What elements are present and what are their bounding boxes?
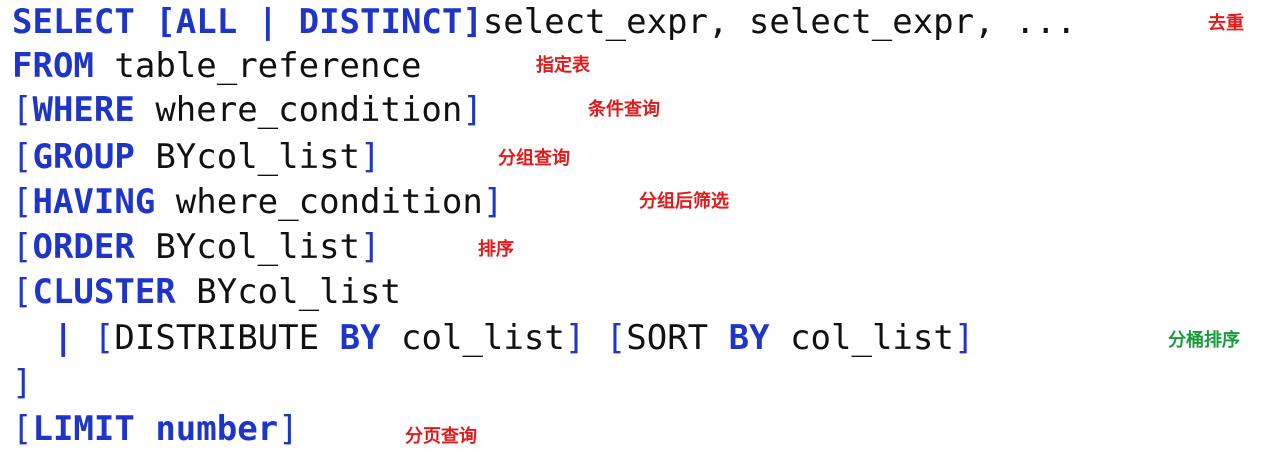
distribute-open-bracket: [ bbox=[93, 318, 115, 358]
from-line: FROM table_reference bbox=[12, 44, 421, 88]
order-keyword: ORDER bbox=[32, 227, 135, 267]
cluster-keyword: CLUSTER bbox=[32, 272, 176, 312]
annotation-bucket-sort: 分桶排序 bbox=[1168, 330, 1240, 351]
distribute-columns: col_list bbox=[401, 318, 565, 358]
limit-line: [LIMIT number] bbox=[12, 407, 299, 451]
annotation-table: 指定表 bbox=[536, 55, 590, 76]
sort-by-keyword: BY bbox=[728, 318, 770, 358]
group-line: [GROUP BYcol_list] bbox=[12, 135, 381, 179]
group-open-bracket: [ bbox=[12, 137, 33, 177]
annotation-group: 分组查询 bbox=[498, 148, 570, 169]
having-keyword: HAVING bbox=[32, 182, 156, 222]
distribute-by-keyword: BY bbox=[339, 318, 381, 358]
having-condition: where_condition bbox=[175, 182, 483, 222]
distribute-sort-line: | [DISTRIBUTE BY col_list] [SORT BY col_… bbox=[12, 316, 974, 360]
annotation-dedup: 去重 bbox=[1208, 13, 1244, 34]
alternative-pipe: | bbox=[52, 318, 74, 358]
having-close-bracket: ] bbox=[482, 182, 504, 222]
annotation-where: 条件查询 bbox=[588, 99, 660, 120]
limit-keyword: LIMIT bbox=[32, 409, 135, 449]
sort-keyword: SORT bbox=[626, 318, 709, 358]
having-line: [HAVING where_condition] bbox=[12, 180, 503, 224]
cluster-close-line: ] bbox=[12, 361, 32, 405]
select-expressions: select_expr, select_expr, ... bbox=[482, 2, 1077, 42]
from-keyword: FROM bbox=[12, 46, 94, 86]
select-keyword: SELECT bbox=[12, 2, 135, 42]
cluster-close-bracket: ] bbox=[12, 363, 33, 403]
cluster-line: [CLUSTER BYcol_list bbox=[12, 270, 401, 314]
order-line: [ORDER BYcol_list] bbox=[12, 225, 381, 269]
annotation-limit: 分页查询 bbox=[405, 426, 477, 447]
annotation-order: 排序 bbox=[478, 239, 514, 260]
cluster-columns: BYcol_list bbox=[196, 272, 401, 312]
sort-columns: col_list bbox=[790, 318, 954, 358]
distribute-close-bracket: ] bbox=[564, 318, 586, 358]
sql-syntax-panel: SELECT [ALL | DISTINCT]select_expr, sele… bbox=[0, 0, 1281, 463]
sort-close-bracket: ] bbox=[953, 318, 975, 358]
where-condition: where_condition bbox=[155, 90, 463, 130]
where-close-bracket: ] bbox=[462, 90, 483, 130]
limit-close-bracket: ] bbox=[278, 409, 299, 449]
order-close-bracket: ] bbox=[360, 227, 381, 267]
order-columns: BYcol_list bbox=[155, 227, 361, 267]
group-close-bracket: ] bbox=[360, 137, 381, 177]
where-line: [WHERE where_condition] bbox=[12, 88, 483, 132]
having-open-bracket: [ bbox=[12, 182, 33, 222]
all-distinct-keyword: [ALL | DISTINCT] bbox=[155, 2, 483, 42]
table-reference: table_reference bbox=[114, 46, 422, 86]
select-line: SELECT [ALL | DISTINCT]select_expr, sele… bbox=[12, 0, 1076, 44]
where-open-bracket: [ bbox=[12, 90, 33, 130]
limit-open-bracket: [ bbox=[12, 409, 33, 449]
group-columns: BYcol_list bbox=[155, 137, 361, 177]
annotation-having: 分组后筛选 bbox=[639, 191, 729, 212]
where-keyword: WHERE bbox=[32, 90, 135, 130]
sort-open-bracket: [ bbox=[605, 318, 627, 358]
order-open-bracket: [ bbox=[12, 227, 33, 267]
distribute-keyword: DISTRIBUTE bbox=[114, 318, 320, 358]
cluster-open-bracket: [ bbox=[12, 272, 33, 312]
group-keyword: GROUP bbox=[32, 137, 135, 177]
limit-number: number bbox=[155, 409, 279, 449]
